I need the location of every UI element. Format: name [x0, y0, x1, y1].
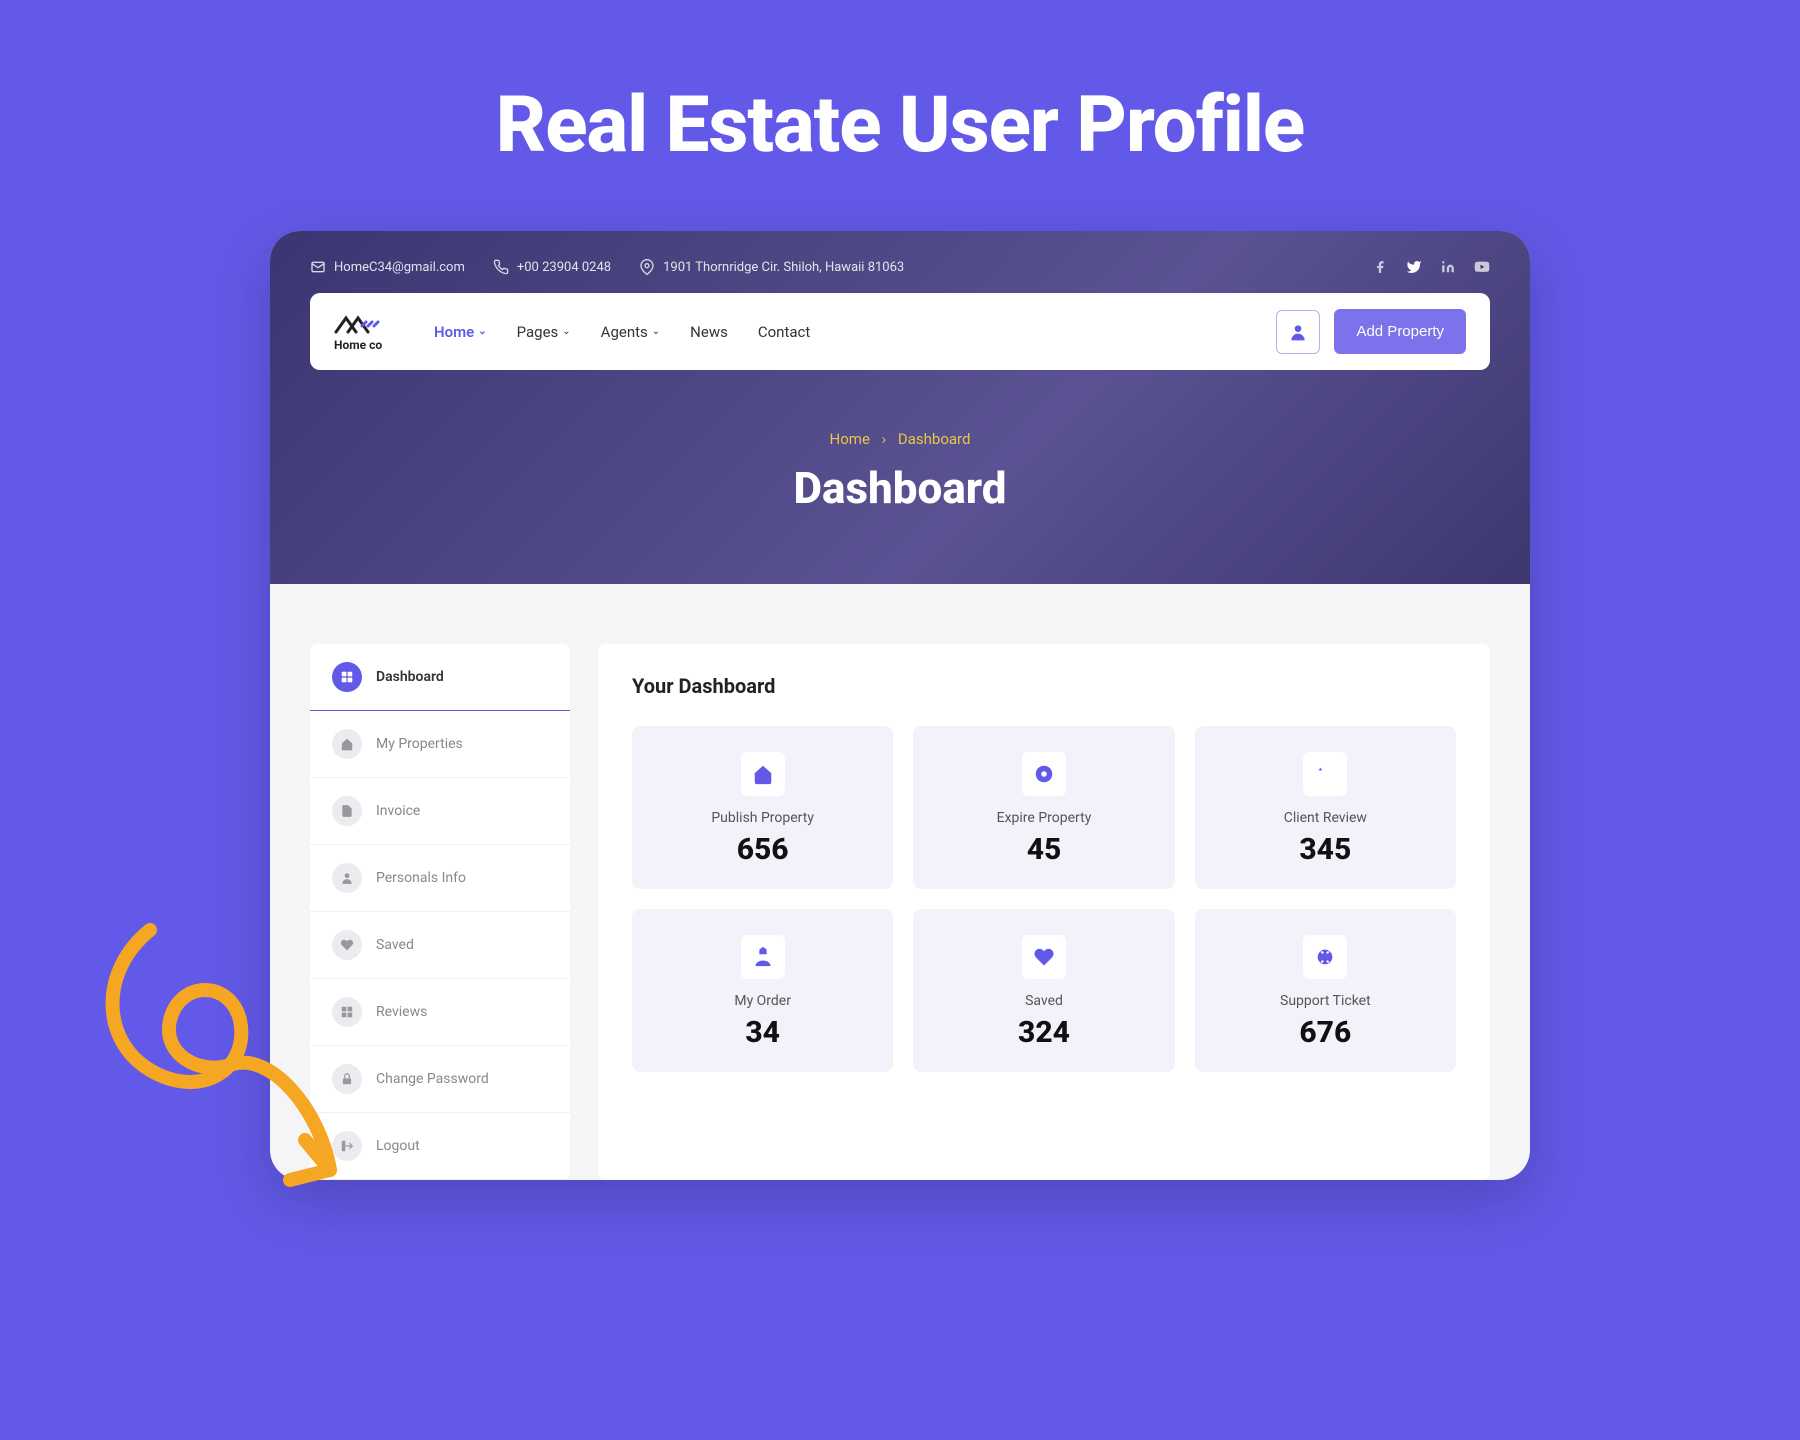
navbar: Home co Home ⌄ Pages ⌄ Agents ⌄ News	[310, 293, 1490, 370]
card-my-order: My Order 34	[632, 909, 893, 1072]
card-value: 656	[652, 832, 873, 867]
heart-icon	[1022, 935, 1066, 979]
person-icon	[332, 863, 362, 893]
breadcrumb: Home › Dashboard	[310, 430, 1490, 448]
support-icon	[1303, 935, 1347, 979]
nav-item-pages[interactable]: Pages ⌄	[517, 323, 571, 341]
hero-section: HomeC34@gmail.com +00 23904 0248 1901 Th…	[270, 231, 1530, 584]
topbar-address-text: 1901 Thornridge Cir. Shiloh, Hawaii 8106…	[663, 260, 904, 275]
nav-item-contact[interactable]: Contact	[758, 323, 810, 341]
user-icon	[1288, 322, 1308, 342]
card-support-ticket: Support Ticket 676	[1195, 909, 1456, 1072]
rating-icon	[1303, 752, 1347, 796]
hero-title: Dashboard	[310, 462, 1490, 514]
card-label: Expire Property	[933, 810, 1154, 826]
sidebar-item-label: Change Password	[376, 1071, 489, 1087]
sidebar-item-dashboard[interactable]: Dashboard	[310, 644, 570, 711]
twitter-icon[interactable]	[1406, 259, 1422, 275]
chevron-down-icon: ⌄	[562, 326, 570, 337]
invoice-icon	[332, 796, 362, 826]
topbar-contact-info: HomeC34@gmail.com +00 23904 0248 1901 Th…	[310, 259, 904, 275]
nav-pages-label: Pages	[517, 323, 559, 341]
nav-right: Add Property	[1276, 309, 1466, 354]
gear-badge-icon	[1022, 752, 1066, 796]
sidebar-item-properties[interactable]: My Properties	[310, 711, 570, 778]
card-client-review: Client Review 345	[1195, 726, 1456, 889]
sidebar-item-label: Dashboard	[376, 669, 444, 685]
nav-item-news[interactable]: News	[690, 323, 728, 341]
youtube-icon[interactable]	[1474, 259, 1490, 275]
card-expire-property: Expire Property 45	[913, 726, 1174, 889]
card-value: 345	[1215, 832, 1436, 867]
home-icon	[332, 729, 362, 759]
card-label: Support Ticket	[1215, 993, 1436, 1009]
nav-item-home[interactable]: Home ⌄	[434, 323, 487, 341]
logo-mark-icon	[334, 312, 384, 336]
breadcrumb-separator: ›	[882, 430, 887, 448]
topbar-phone: +00 23904 0248	[493, 259, 611, 275]
nav-contact-label: Contact	[758, 323, 810, 341]
chevron-down-icon: ⌄	[478, 326, 486, 337]
phone-icon	[493, 259, 509, 275]
mail-icon	[310, 259, 326, 275]
breadcrumb-current: Dashboard	[898, 430, 971, 448]
sidebar-item-label: Reviews	[376, 1004, 427, 1020]
sidebar-item-label: Logout	[376, 1138, 420, 1154]
logo[interactable]: Home co	[334, 312, 384, 352]
facebook-icon[interactable]	[1372, 259, 1388, 275]
nav-menu: Home ⌄ Pages ⌄ Agents ⌄ News Contact	[434, 323, 810, 341]
card-value: 324	[933, 1015, 1154, 1050]
nav-news-label: News	[690, 323, 728, 341]
nav-agents-label: Agents	[601, 323, 648, 341]
main-title: Your Dashboard	[632, 674, 1456, 698]
content-area: Dashboard My Properties Invoice Personal…	[270, 584, 1530, 1180]
topbar-phone-text: +00 23904 0248	[517, 260, 611, 275]
house-icon	[741, 752, 785, 796]
card-value: 34	[652, 1015, 873, 1050]
card-saved: Saved 324	[913, 909, 1174, 1072]
breadcrumb-home[interactable]: Home	[830, 430, 870, 448]
card-label: Saved	[933, 993, 1154, 1009]
add-property-button[interactable]: Add Property	[1334, 309, 1466, 354]
card-publish-property: Publish Property 656	[632, 726, 893, 889]
stats-cards-grid: Publish Property 656 Expire Property 45 …	[632, 726, 1456, 1072]
card-value: 676	[1215, 1015, 1436, 1050]
sidebar-item-label: Invoice	[376, 803, 420, 819]
social-links	[1372, 259, 1490, 275]
card-value: 45	[933, 832, 1154, 867]
topbar-email: HomeC34@gmail.com	[310, 259, 465, 275]
logo-text: Home co	[334, 338, 382, 352]
page-title: Real Estate User Profile	[0, 80, 1800, 171]
topbar-address: 1901 Thornridge Cir. Shiloh, Hawaii 8106…	[639, 259, 904, 275]
sidebar-item-label: Personals Info	[376, 870, 466, 886]
location-icon	[639, 259, 655, 275]
card-label: Publish Property	[652, 810, 873, 826]
chevron-down-icon: ⌄	[652, 326, 660, 337]
app-window: HomeC34@gmail.com +00 23904 0248 1901 Th…	[270, 231, 1530, 1180]
hand-house-icon	[741, 935, 785, 979]
sidebar-item-personal-info[interactable]: Personals Info	[310, 845, 570, 912]
decorative-arrow-swirl	[70, 910, 370, 1230]
card-label: Client Review	[1215, 810, 1436, 826]
topbar-email-text: HomeC34@gmail.com	[334, 260, 465, 275]
linkedin-icon[interactable]	[1440, 259, 1456, 275]
nav-item-agents[interactable]: Agents ⌄	[601, 323, 661, 341]
nav-home-label: Home	[434, 323, 474, 341]
user-button[interactable]	[1276, 310, 1320, 354]
main-panel: Your Dashboard Publish Property 656 Expi…	[598, 644, 1490, 1180]
card-label: My Order	[652, 993, 873, 1009]
sidebar-item-invoice[interactable]: Invoice	[310, 778, 570, 845]
dashboard-icon	[332, 662, 362, 692]
sidebar-item-label: My Properties	[376, 736, 463, 752]
sidebar-item-label: Saved	[376, 937, 414, 953]
topbar: HomeC34@gmail.com +00 23904 0248 1901 Th…	[310, 251, 1490, 293]
